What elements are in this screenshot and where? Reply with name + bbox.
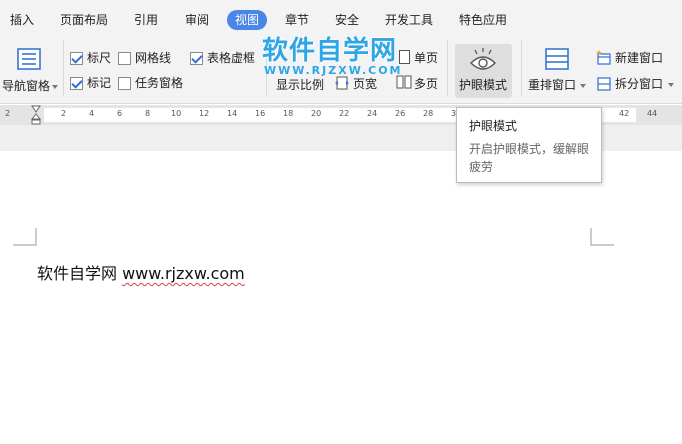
eye-mode-label: 护眼模式 [459,78,508,92]
menu-bar: 插入 页面布局 引用 审阅 视图 章节 安全 开发工具 特色应用 [0,0,682,34]
document-link-text: www.rjzxw.com [122,264,245,283]
ruler-tick: 18 [283,109,294,118]
menu-page-layout[interactable]: 页面布局 [60,10,108,30]
watermark-url: WWW.RJZXW.COM [264,64,403,77]
tooltip-title: 护眼模式 [469,119,518,133]
nav-pane-button[interactable]: 导航窗格 [0,34,62,100]
margin-corner-top-right [590,228,614,246]
checkbox-label: 任务窗格 [135,76,184,90]
tooltip-description: 开启护眼模式，缓解眼疲劳 [469,142,590,174]
split-window-icon [597,77,611,91]
margin-corner-top-left [13,228,37,246]
ruler-tick: 2 [5,109,11,118]
menu-review[interactable]: 审阅 [185,10,209,30]
divider [63,40,64,96]
checkbox-box [190,52,203,65]
nav-pane-label: 导航窗格 [2,79,51,93]
split-window-label: 拆分窗口 [615,77,664,91]
document-text-line[interactable]: 软件自学网 www.rjzxw.com [37,260,245,284]
rearrange-window-icon [545,48,569,70]
menu-security[interactable]: 安全 [335,10,359,30]
ruler-tick: 44 [647,109,658,118]
ruler-tick: 20 [311,109,322,118]
ruler-tick: 6 [117,109,123,118]
checkbox-box [70,52,83,65]
indent-marker-icon[interactable] [31,105,41,125]
checkbox-box [70,77,83,90]
menu-view[interactable]: 视图 [227,10,268,30]
ruler-tick: 42 [619,109,630,118]
document-text: 软件自学网 [37,264,123,283]
ruler-tick: 28 [423,109,434,118]
checkbox-label: 标记 [87,76,112,90]
ruler-tick: 4 [89,109,95,118]
checkbox-label: 网格线 [135,51,172,65]
nav-pane-icon [17,48,41,70]
menu-insert[interactable]: 插入 [10,10,34,30]
ruler-tick: 24 [367,109,378,118]
new-window-icon [596,50,611,65]
menu-references[interactable]: 引用 [134,10,158,30]
eye-mode-button[interactable]: 护眼模式 [455,44,512,98]
single-page-icon [399,50,410,64]
ruler-tick: 26 [395,109,406,118]
menu-section[interactable]: 章节 [285,10,309,30]
ruler-tick: 12 [199,109,210,118]
checkbox-label: 表格虚框 [207,51,256,65]
page-width-label: 页宽 [353,77,378,91]
document-page[interactable] [0,151,682,444]
ruler-tick: 2 [61,109,67,118]
menu-developer[interactable]: 开发工具 [385,10,433,30]
single-page-label: 单页 [414,51,439,65]
divider [447,40,448,96]
watermark-title: 软件自学网 [262,36,398,66]
multi-page-label: 多页 [414,77,439,91]
new-window-label: 新建窗口 [615,51,664,65]
page-width-icon [335,76,349,90]
ruler-tick: 10 [171,109,182,118]
eye-icon [470,48,496,70]
eye-mode-tooltip: 护眼模式 开启护眼模式，缓解眼疲劳 [456,107,602,183]
checkbox-box [118,52,131,65]
chevron-down-icon [52,85,58,89]
checkbox-label: 标尺 [87,51,112,65]
menu-featured-apps[interactable]: 特色应用 [459,10,507,30]
zoom-button[interactable]: 显示比例 [276,78,324,92]
rearrange-window-label: 重排窗口 [528,78,577,92]
ruler-tick: 22 [339,109,350,118]
chevron-down-icon [668,83,674,87]
divider [521,40,522,96]
ruler-tick: 8 [145,109,151,118]
ruler-tick: 16 [255,109,266,118]
ruler-tick: 14 [227,109,238,118]
chevron-down-icon [580,84,586,88]
checkbox-box [118,77,131,90]
